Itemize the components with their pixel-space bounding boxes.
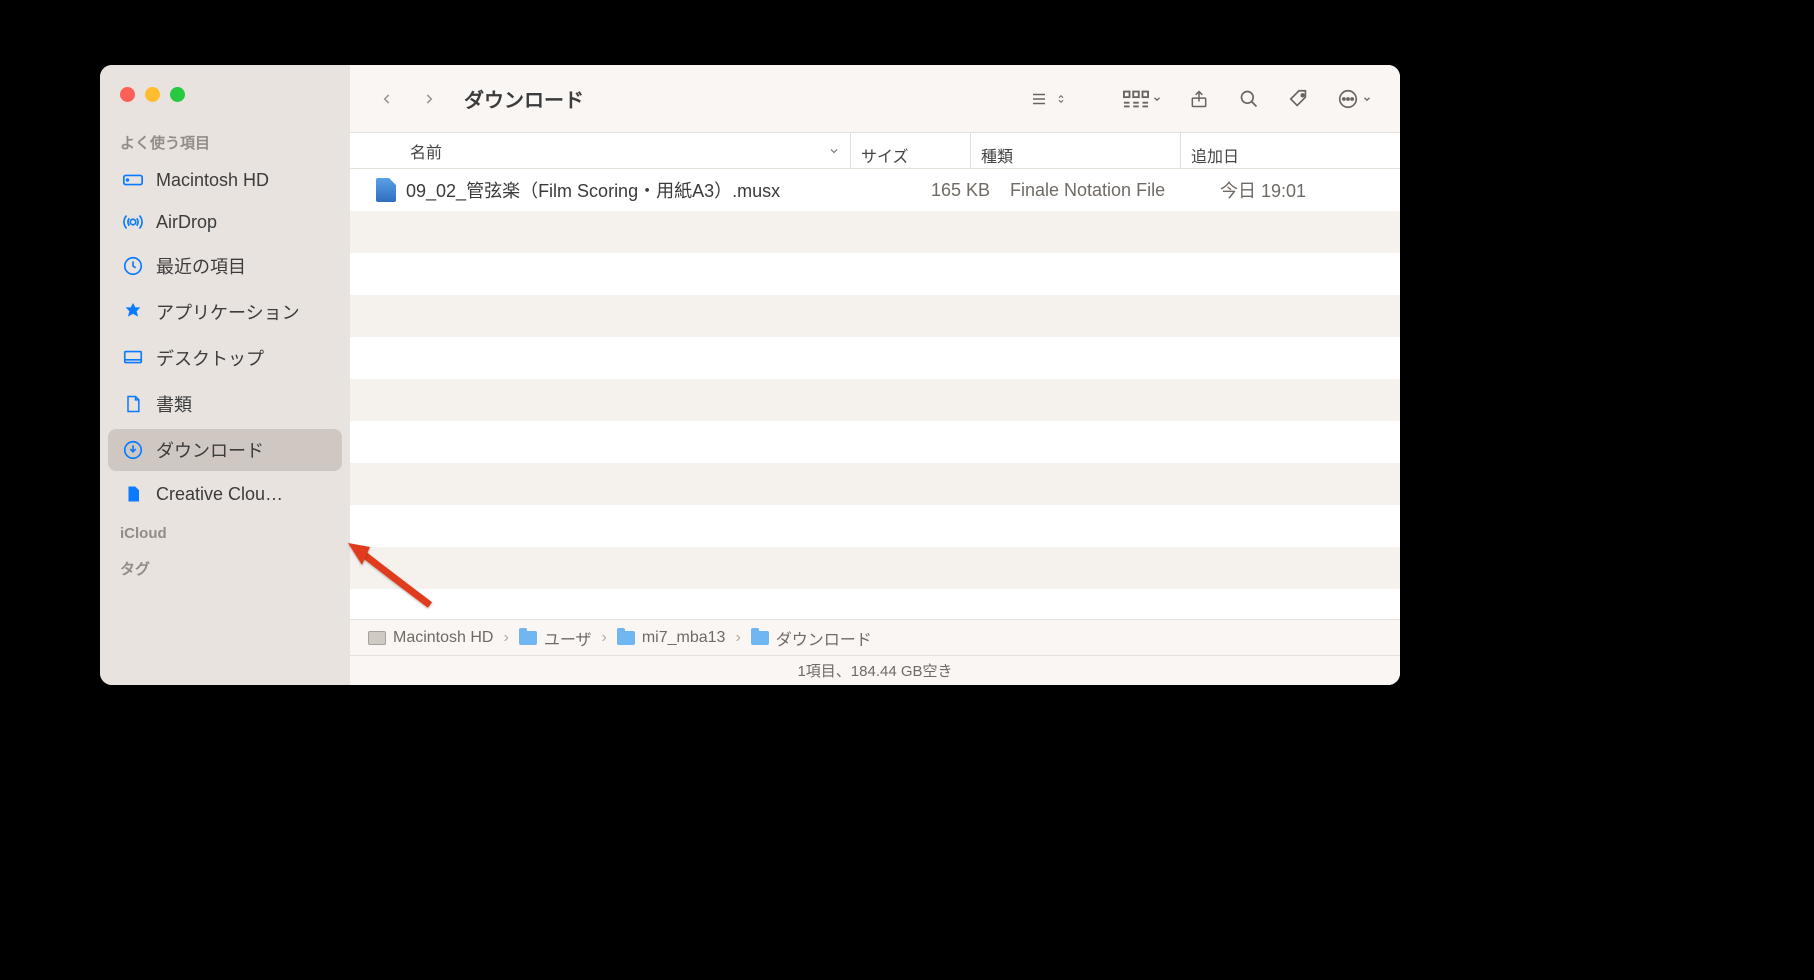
window-title: ダウンロード	[464, 84, 584, 113]
sidebar-item-label: デスクトップ	[156, 345, 264, 371]
empty-row	[350, 421, 1400, 463]
column-header-size[interactable]: サイズ	[850, 133, 970, 168]
document-icon	[122, 393, 144, 415]
minimize-window-button[interactable]	[145, 87, 160, 102]
sidebar-item-creative-cloud[interactable]: Creative Clou…	[108, 475, 342, 513]
up-down-chevron-icon	[1056, 91, 1066, 107]
file-size: 165 KB	[880, 180, 1000, 201]
main-pane: ダウンロード	[350, 65, 1400, 685]
path-crumb[interactable]: mi7_mba13	[617, 629, 726, 647]
clock-icon	[122, 255, 144, 277]
sort-chevron-icon	[828, 145, 840, 157]
airdrop-icon	[122, 211, 144, 233]
forward-button[interactable]	[412, 82, 446, 116]
group-button[interactable]	[1114, 82, 1170, 116]
file-icon	[122, 483, 144, 505]
path-crumb-label: mi7_mba13	[642, 629, 726, 647]
sidebar-item-label: ダウンロード	[156, 437, 264, 463]
chevron-right-icon: ›	[503, 629, 508, 647]
sidebar-item-desktop[interactable]: デスクトップ	[108, 337, 342, 379]
action-menu-button[interactable]	[1328, 82, 1380, 116]
file-list: 09_02_管弦楽（Film Scoring・用紙A3）.musx 165 KB…	[350, 169, 1400, 619]
sidebar-item-downloads[interactable]: ダウンロード	[108, 429, 342, 471]
window-controls	[100, 81, 350, 122]
close-window-button[interactable]	[120, 87, 135, 102]
folder-icon	[617, 631, 635, 645]
chevron-down-icon	[1152, 94, 1162, 104]
file-name: 09_02_管弦楽（Film Scoring・用紙A3）.musx	[406, 177, 780, 203]
share-button[interactable]	[1178, 82, 1220, 116]
sidebar-item-label: 最近の項目	[156, 253, 246, 279]
chevron-down-icon	[1362, 94, 1372, 104]
path-crumb[interactable]: Macintosh HD	[368, 629, 493, 647]
path-crumb[interactable]: ユーザ	[519, 626, 592, 650]
desktop-icon	[122, 347, 144, 369]
toolbar: ダウンロード	[350, 65, 1400, 133]
sidebar-item-airdrop[interactable]: AirDrop	[108, 203, 342, 241]
folder-icon	[751, 631, 769, 645]
file-kind: Finale Notation File	[1000, 180, 1210, 201]
sidebar-item-label: アプリケーション	[156, 299, 300, 325]
sidebar-item-label: Creative Clou…	[156, 484, 283, 505]
column-header-label: 種類	[981, 143, 1013, 167]
chevron-right-icon: ›	[735, 629, 740, 647]
path-crumb[interactable]: ダウンロード	[751, 626, 872, 650]
empty-row	[350, 505, 1400, 547]
sidebar-section-icloud[interactable]: iCloud	[100, 515, 350, 548]
apps-icon	[122, 301, 144, 323]
empty-row	[350, 295, 1400, 337]
path-crumb-label: ダウンロード	[776, 626, 872, 650]
back-button[interactable]	[370, 82, 404, 116]
sidebar-item-label: AirDrop	[156, 212, 217, 233]
path-crumb-label: Macintosh HD	[393, 629, 493, 647]
chevron-right-icon: ›	[602, 629, 607, 647]
sidebar-item-applications[interactable]: アプリケーション	[108, 291, 342, 333]
column-header-label: 追加日	[1191, 143, 1239, 167]
column-headers: 名前 サイズ 種類 追加日	[350, 133, 1400, 169]
file-date-added: 今日 19:01	[1210, 177, 1400, 203]
file-type-icon	[376, 178, 396, 202]
sidebar-item-recents[interactable]: 最近の項目	[108, 245, 342, 287]
sidebar: よく使う項目 Macintosh HD AirDrop 最近の項目 アプリケーシ…	[100, 65, 350, 685]
column-header-name[interactable]: 名前	[350, 139, 850, 163]
view-mode-button[interactable]	[1026, 82, 1068, 116]
sidebar-item-label: Macintosh HD	[156, 170, 269, 191]
sidebar-item-macintosh-hd[interactable]: Macintosh HD	[108, 161, 342, 199]
path-crumb-label: ユーザ	[544, 626, 592, 650]
empty-row	[350, 211, 1400, 253]
empty-row	[350, 379, 1400, 421]
empty-row	[350, 463, 1400, 505]
disk-icon	[122, 169, 144, 191]
search-button[interactable]	[1228, 82, 1270, 116]
file-row[interactable]: 09_02_管弦楽（Film Scoring・用紙A3）.musx 165 KB…	[350, 169, 1400, 211]
path-bar: Macintosh HD › ユーザ › mi7_mba13 › ダウンロード	[350, 619, 1400, 655]
status-text: 1項目、184.44 GB空き	[797, 660, 952, 681]
empty-row	[350, 337, 1400, 379]
empty-row	[350, 253, 1400, 295]
column-header-label: 名前	[410, 139, 442, 163]
sidebar-section-favorites: よく使う項目	[100, 122, 350, 159]
finder-window: よく使う項目 Macintosh HD AirDrop 最近の項目 アプリケーシ…	[100, 65, 1400, 685]
download-icon	[122, 439, 144, 461]
sidebar-section-tags[interactable]: タグ	[100, 548, 350, 585]
sidebar-item-label: 書類	[156, 391, 192, 417]
tags-button[interactable]	[1278, 82, 1320, 116]
column-header-label: サイズ	[861, 143, 909, 167]
column-header-kind[interactable]: 種類	[970, 133, 1180, 168]
column-header-date-added[interactable]: 追加日	[1180, 133, 1400, 168]
sidebar-item-documents[interactable]: 書類	[108, 383, 342, 425]
folder-icon	[519, 631, 537, 645]
empty-row	[350, 547, 1400, 589]
disk-icon	[368, 631, 386, 645]
zoom-window-button[interactable]	[170, 87, 185, 102]
status-bar: 1項目、184.44 GB空き	[350, 655, 1400, 685]
